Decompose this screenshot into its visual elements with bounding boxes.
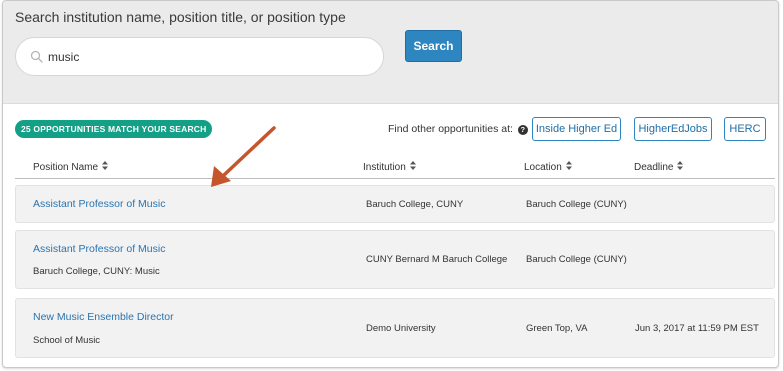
column-label: Institution xyxy=(363,162,406,173)
help-icon[interactable]: ? xyxy=(517,125,528,135)
position-link[interactable]: New Music Ensemble Director xyxy=(33,311,174,323)
institution-cell: CUNY Bernard M Baruch College xyxy=(366,254,508,265)
search-icon xyxy=(30,50,43,63)
position-link[interactable]: Assistant Professor of Music xyxy=(33,243,165,255)
search-panel: Search institution name, position title,… xyxy=(3,1,778,104)
find-other-opportunities: Find other opportunities at: ? xyxy=(388,123,528,135)
column-label: Deadline xyxy=(634,162,674,173)
column-header-location[interactable]: Location xyxy=(524,161,572,173)
location-cell: Green Top, VA xyxy=(526,323,588,334)
location-cell: Baruch College (CUNY) xyxy=(526,199,627,210)
find-other-label: Find other opportunities at: xyxy=(388,123,513,135)
position-link[interactable]: Assistant Professor of Music xyxy=(33,198,165,210)
institution-cell: Demo University xyxy=(366,323,436,334)
sort-icon xyxy=(102,161,109,170)
sort-icon xyxy=(409,161,416,170)
department-text: Baruch College, CUNY: Music xyxy=(33,266,160,277)
results-count-badge: 25 OPPORTUNITIES MATCH YOUR SEARCH xyxy=(15,120,213,138)
column-header-deadline[interactable]: Deadline xyxy=(634,161,684,173)
deadline-cell: Jun 3, 2017 at 11:59 PM EST xyxy=(635,323,759,334)
header-divider xyxy=(15,178,775,179)
column-header-position-name[interactable]: Position Name xyxy=(33,161,109,173)
higheredjobs-button[interactable]: HigherEdJobs xyxy=(634,117,712,141)
column-label: Position Name xyxy=(33,162,99,173)
search-box[interactable] xyxy=(15,37,384,76)
institution-cell: Baruch College, CUNY xyxy=(366,199,464,210)
location-cell: Baruch College (CUNY) xyxy=(526,254,627,265)
column-header-institution[interactable]: Institution xyxy=(363,161,416,173)
search-results-window: Search institution name, position title,… xyxy=(2,0,779,368)
column-label: Location xyxy=(524,162,562,173)
table-row[interactable]: Assistant Professor of Music Baruch Coll… xyxy=(15,230,775,289)
table-row[interactable]: New Music Ensemble Director School of Mu… xyxy=(15,298,775,358)
search-input[interactable] xyxy=(48,48,368,66)
herc-button[interactable]: HERC xyxy=(724,117,766,141)
sort-icon xyxy=(565,161,572,170)
search-button[interactable]: Search xyxy=(405,30,462,62)
inside-higher-ed-button[interactable]: Inside Higher Ed xyxy=(532,117,621,141)
search-heading: Search institution name, position title,… xyxy=(15,9,346,25)
department-text: School of Music xyxy=(33,335,101,346)
sort-icon xyxy=(677,161,684,170)
table-row[interactable]: Assistant Professor of Music Baruch Coll… xyxy=(15,185,775,223)
